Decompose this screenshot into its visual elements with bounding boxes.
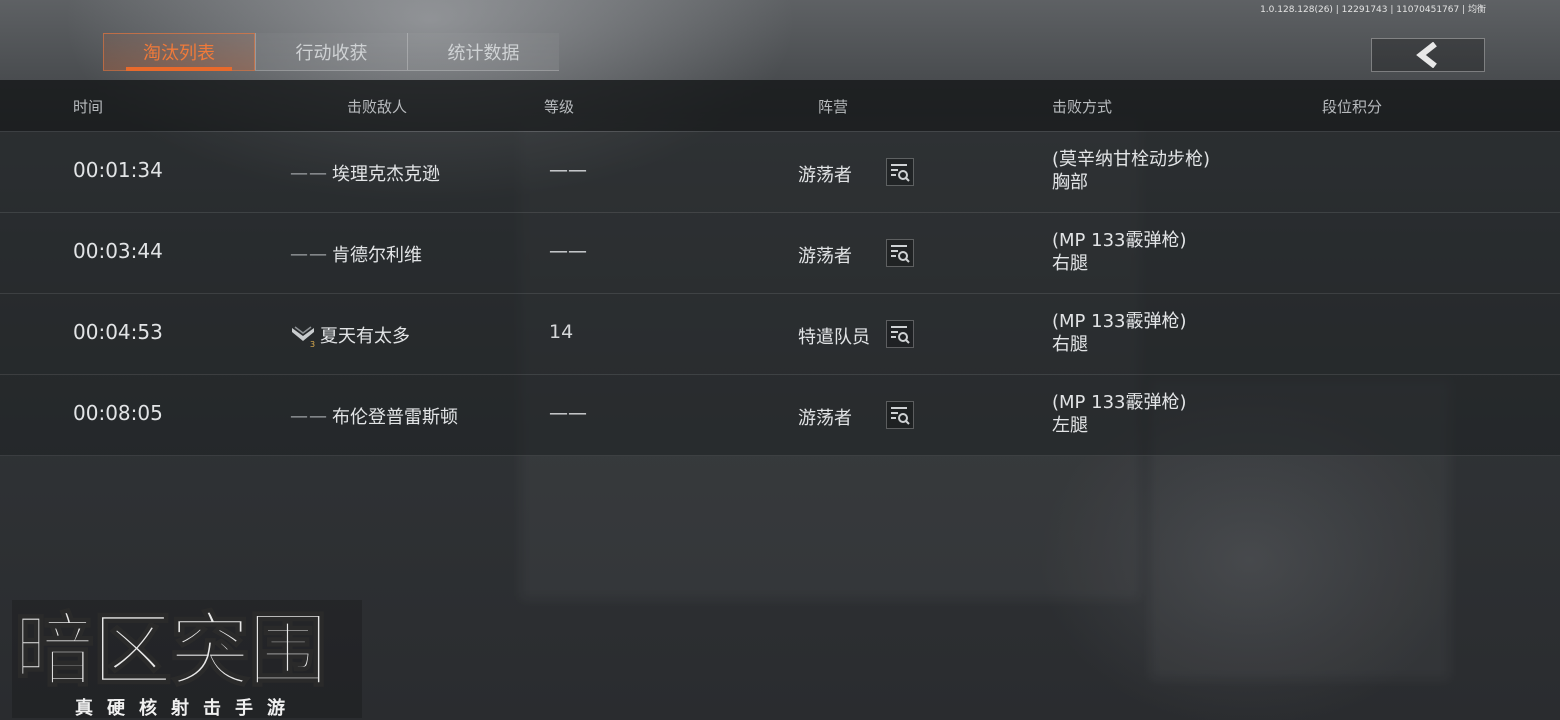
table-row: 00:04:53 3 夏天有太多 14 特遣队员 (MP 133霰弹枪) 右腿	[0, 294, 1560, 375]
weapon-name: (MP 133霰弹枪)	[1052, 230, 1187, 251]
enemy-level: ——	[549, 402, 587, 424]
column-header-method: 击败方式	[1052, 98, 1113, 116]
enemy-faction: 特遣队员	[798, 327, 870, 348]
table-row: 00:03:44 —— 肯德尔利维 —— 游荡者 (MP 133霰弹枪) 右腿	[0, 213, 1560, 294]
chevron-left-icon	[1416, 42, 1437, 68]
kill-time: 00:04:53	[73, 320, 163, 344]
kill-method: (MP 133霰弹枪) 右腿	[1052, 310, 1187, 356]
list-search-icon	[891, 407, 910, 425]
hit-body-part: 左腿	[1052, 415, 1088, 436]
svg-text:暗区突围: 暗区突围	[14, 604, 326, 697]
hit-body-part: 右腿	[1052, 334, 1088, 355]
enemy-name-cell: —— 肯德尔利维	[290, 241, 422, 267]
column-header-faction: 阵营	[818, 98, 849, 116]
hit-body-part: 右腿	[1052, 253, 1088, 274]
kill-method: (莫辛纳甘栓动步枪) 胸部	[1052, 148, 1210, 194]
kill-method: (MP 133霰弹枪) 右腿	[1052, 229, 1187, 275]
column-header-level: 等级	[544, 98, 575, 116]
enemy-name: 肯德尔利维	[332, 245, 422, 266]
table-row: 00:01:34 —— 埃理克杰克逊 —— 游荡者 (莫辛纳甘栓动步枪) 胸部	[0, 132, 1560, 213]
weapon-name: (莫辛纳甘栓动步枪)	[1052, 149, 1211, 170]
enemy-faction: 游荡者	[798, 408, 852, 429]
logo-subtitle: 真硬核射击手游	[75, 698, 299, 719]
column-header-time: 时间	[73, 98, 104, 116]
list-search-icon	[891, 245, 910, 263]
enemy-name-cell: —— 埃理克杰克逊	[290, 160, 440, 186]
view-details-button[interactable]	[886, 401, 914, 429]
view-details-button[interactable]	[886, 320, 914, 348]
enemy-faction: 游荡者	[798, 165, 852, 186]
rank-chevron-icon: 3	[290, 322, 316, 349]
weapon-name: (MP 133霰弹枪)	[1052, 311, 1187, 332]
enemy-faction: 游荡者	[798, 246, 852, 267]
view-details-button[interactable]	[886, 158, 914, 186]
rank-placeholder: ——	[290, 162, 328, 184]
list-search-icon	[891, 164, 910, 182]
kill-method: (MP 133霰弹枪) 左腿	[1052, 391, 1187, 437]
view-details-button[interactable]	[886, 239, 914, 267]
kill-time: 00:08:05	[73, 401, 163, 425]
enemy-name: 夏天有太多	[320, 326, 410, 347]
enemy-name: 布伦登普雷斯顿	[332, 407, 458, 428]
enemy-name: 埃理克杰克逊	[332, 164, 440, 185]
hit-body-part: 胸部	[1052, 172, 1088, 193]
enemy-level: ——	[549, 159, 587, 181]
rank-badge-number: 3	[310, 340, 315, 348]
rank-placeholder: ——	[290, 243, 328, 265]
version-info: 1.0.128.128(26) | 12291743 | 11070451767…	[1260, 5, 1486, 15]
weapon-name: (MP 133霰弹枪)	[1052, 392, 1187, 413]
enemy-level: ——	[549, 240, 587, 262]
enemy-level: 14	[549, 321, 574, 343]
tab-action-gains[interactable]: 行动收获	[255, 33, 407, 71]
table-header: 时间 击败敌人 等级 阵营 击败方式 段位积分	[0, 80, 1560, 131]
tab-statistics[interactable]: 统计数据	[407, 33, 559, 71]
tab-bar: 淘汰列表 行动收获 统计数据	[103, 33, 559, 73]
list-search-icon	[891, 326, 910, 344]
column-header-enemy: 击败敌人	[347, 98, 408, 116]
table-row: 00:08:05 —— 布伦登普雷斯顿 —— 游荡者 (MP 133霰弹枪) 左…	[0, 375, 1560, 456]
column-header-rank-points: 段位积分	[1322, 98, 1383, 116]
tab-elimination-list[interactable]: 淘汰列表	[103, 33, 255, 71]
enemy-name-cell: —— 布伦登普雷斯顿	[290, 403, 458, 429]
kill-time: 00:01:34	[73, 158, 163, 182]
kill-time: 00:03:44	[73, 239, 163, 263]
back-button[interactable]	[1371, 38, 1485, 72]
rank-placeholder: ——	[290, 405, 328, 427]
enemy-name-cell: 3 夏天有太多	[290, 322, 410, 349]
